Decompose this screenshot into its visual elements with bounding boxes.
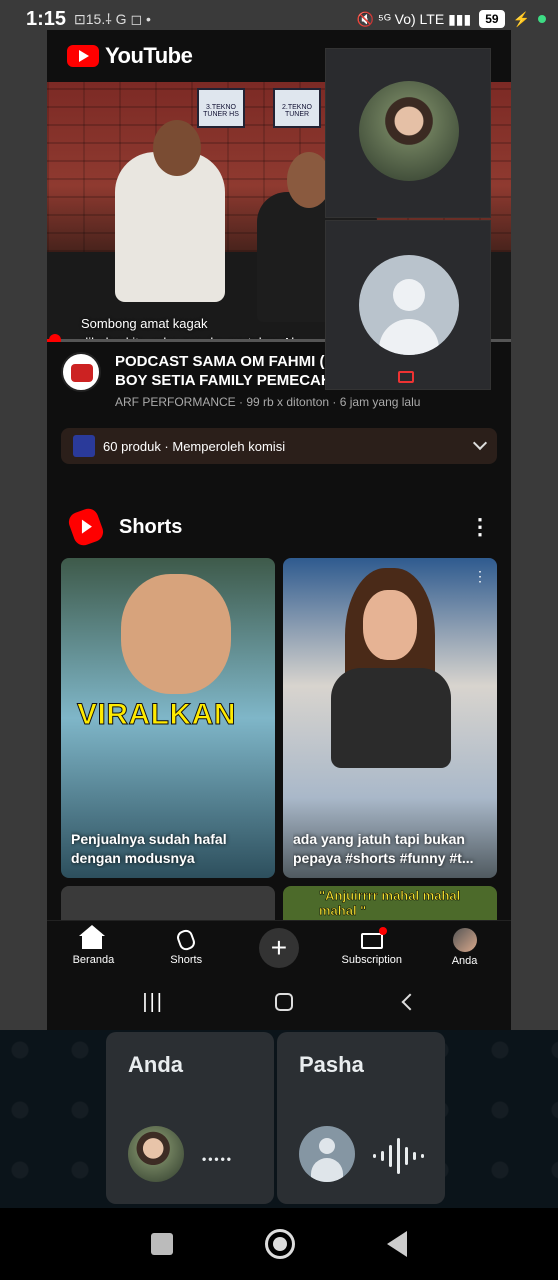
short-thumbnail-body [331, 668, 451, 768]
charging-icon: ⚡ [512, 10, 530, 27]
shorts-logo-icon [66, 505, 106, 549]
product-thumbnail [73, 435, 95, 457]
nav-label: Subscription [341, 954, 403, 966]
short-card[interactable]: VIRALKAN Penjualnya sudah hafal dengan m… [61, 558, 275, 878]
short-thumbnail-face [363, 590, 417, 660]
clock: 1:15 [26, 7, 67, 30]
notification-icons: ⊡15.⸸ G ◻ • [74, 10, 151, 27]
participant-avatar [359, 81, 459, 181]
nav-label: Anda [451, 955, 478, 967]
nav-label: Beranda [72, 954, 115, 966]
audio-status: ••••• [202, 1152, 234, 1166]
you-avatar-icon [452, 928, 477, 952]
participant-name: Pasha [299, 1052, 364, 1077]
short-caption: ada yang jatuh tapi bukan pepaya #shorts… [293, 830, 489, 868]
short-overlay-text: VIRALKAN [77, 698, 237, 732]
call-video-tile-self[interactable] [325, 48, 491, 218]
recents-button-icon[interactable] [151, 1233, 173, 1255]
recents-icon: ||| [142, 990, 164, 1013]
youtube-logo-text[interactable]: YouTube [105, 43, 193, 69]
battery-indicator: 59 [479, 10, 505, 28]
promo-text: 60 produk · Memperoleh komisi [103, 438, 286, 454]
more-vert-icon[interactable]: ⋮ [473, 568, 487, 585]
video-person-head [153, 120, 201, 176]
short-card[interactable]: ⋮ ada yang jatuh tapi bukan pepaya #shor… [283, 558, 497, 878]
youtube-logo-icon[interactable] [67, 45, 99, 67]
home-button-icon [274, 993, 293, 1011]
short-card-peek[interactable] [61, 886, 275, 920]
shared-screen-system-nav: ||| [47, 974, 511, 1030]
video-title-line: BOY SETIA FAMILY PEMECAH [115, 372, 325, 389]
speaking-waveform-icon [373, 1138, 424, 1174]
video-subtitle: Sombong amat kagak dibalas kita coba mau… [81, 314, 299, 342]
channel-avatar[interactable] [61, 352, 101, 392]
status-bar: 1:15 ⊡15.⸸ G ◻ • 🔇 ⁵ᴳ Vo) LTE ▮▮▮ 59 ⚡ [0, 0, 558, 38]
participant-name: Anda [128, 1052, 183, 1077]
subscriptions-icon [360, 927, 387, 949]
call-video-tile-remote[interactable] [325, 220, 491, 390]
video-meta: ARF PERFORMANCE · 99 rb x ditonton · 6 j… [115, 395, 421, 409]
screen-share-icon [398, 371, 414, 383]
nav-shorts[interactable]: Shorts [146, 927, 226, 966]
home-button-icon[interactable] [265, 1229, 295, 1259]
back-icon [401, 993, 419, 1011]
youtube-bottom-nav: Beranda Shorts + Subscription Anda [47, 920, 511, 974]
privacy-dot-icon [538, 15, 546, 23]
nav-label: Shorts [170, 954, 203, 966]
video-title[interactable]: PODCAST SAMA OM FAHMI ( BOY SETIA FAMILY… [115, 352, 325, 390]
nav-home[interactable]: Beranda [53, 925, 133, 966]
video-poster: 2.TEKNO TUNER [273, 88, 321, 128]
system-navigation-bar [0, 1208, 558, 1280]
short-caption-line: dengan modusnya [71, 850, 195, 866]
screen: 1:15 ⊡15.⸸ G ◻ • 🔇 ⁵ᴳ Vo) LTE ▮▮▮ 59 ⚡ Y… [0, 0, 558, 1280]
participant-avatar [128, 1126, 184, 1182]
shorts-header: Shorts ⋮ [66, 505, 491, 549]
nav-subscriptions[interactable]: Subscription [332, 927, 412, 966]
signal-icons: 🔇 ⁵ᴳ Vo) LTE ▮▮▮ [356, 10, 472, 27]
product-promo-bar[interactable]: 60 produk · Memperoleh komisi [61, 428, 497, 464]
video-scrubber-handle[interactable] [49, 334, 61, 342]
shorts-section-title: Shorts [119, 515, 183, 538]
short-caption: Penjualnya sudah hafal dengan modusnya [71, 830, 267, 868]
short-caption-line: Penjualnya sudah hafal [71, 831, 227, 847]
short-caption-line: pepaya #shorts #funny #t... [293, 850, 474, 866]
short-peek-text: "Anjuirrrr mahal mahal mahal " [319, 888, 461, 919]
nav-you[interactable]: Anda [425, 928, 505, 967]
shorts-icon [175, 927, 198, 953]
home-icon [79, 925, 106, 949]
short-thumbnail-face [121, 574, 231, 694]
short-caption-line: ada yang jatuh tapi bukan [293, 831, 465, 847]
participant-avatar-placeholder [359, 255, 459, 355]
participant-tile[interactable]: Pasha [277, 1032, 445, 1204]
video-title-line: PODCAST SAMA OM FAHMI ( [115, 353, 325, 370]
participant-avatar-placeholder [299, 1126, 355, 1182]
back-button-icon[interactable] [387, 1231, 407, 1257]
create-plus-icon[interactable]: + [258, 927, 299, 968]
nav-create[interactable]: + [239, 927, 319, 968]
short-card-peek[interactable]: "Anjuirrrr mahal mahal mahal " [283, 886, 497, 920]
chevron-down-icon[interactable] [472, 435, 488, 451]
subtitle-line: Sombong amat kagak [81, 316, 208, 331]
more-vert-icon[interactable]: ⋮ [469, 516, 491, 538]
notification-dot-icon [378, 927, 387, 935]
participant-tile[interactable]: Anda ••••• [106, 1032, 274, 1204]
video-poster: 3.TEKNO TUNER HS [197, 88, 245, 128]
